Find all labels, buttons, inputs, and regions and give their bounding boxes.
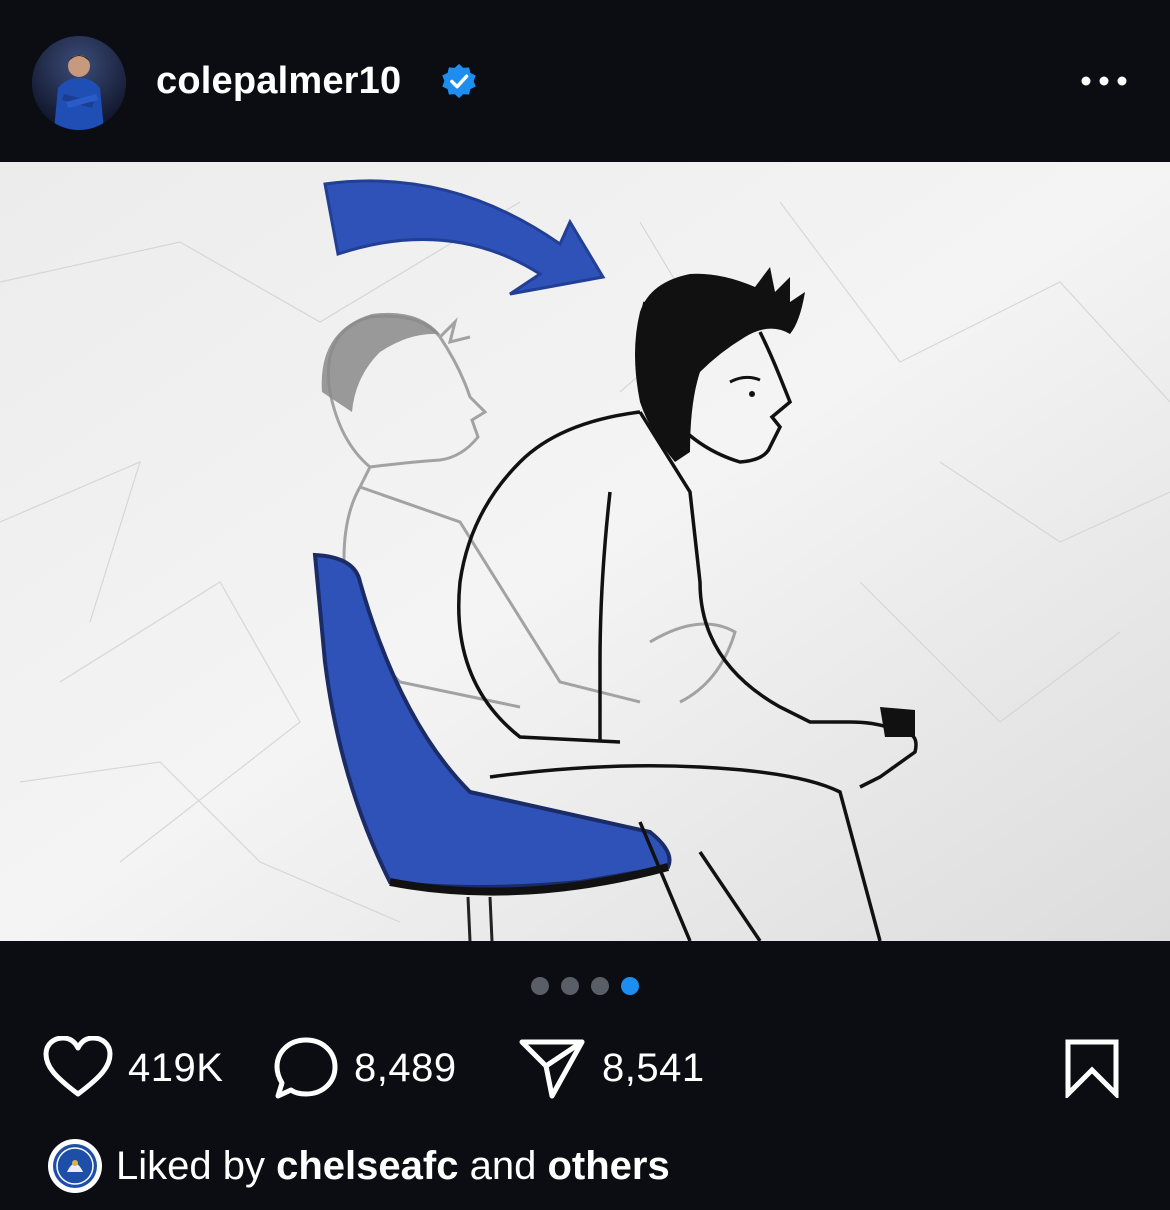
- post-image[interactable]: [0, 162, 1170, 941]
- carousel-dot-active[interactable]: [621, 977, 639, 995]
- liked-by-row[interactable]: Liked by chelseafc and others: [48, 1138, 670, 1194]
- carousel-dot[interactable]: [531, 977, 549, 995]
- post-header: colepalmer10: [0, 0, 1170, 162]
- liked-by-others[interactable]: others: [547, 1144, 669, 1188]
- liked-by-text: Liked by chelseafc and others: [116, 1144, 670, 1189]
- liked-by-and: and: [469, 1143, 537, 1188]
- chelsea-crest-icon: [51, 1142, 99, 1190]
- heart-icon: [43, 1036, 113, 1097]
- carousel-indicator: [0, 977, 1170, 997]
- like-button[interactable]: 419K: [42, 1036, 223, 1100]
- liked-by-prefix: Liked by: [116, 1143, 265, 1188]
- more-icon[interactable]: [1076, 64, 1132, 98]
- share-button[interactable]: 8,541: [518, 1036, 705, 1100]
- liked-by-user[interactable]: chelseafc: [276, 1144, 458, 1188]
- profile-avatar[interactable]: [32, 36, 126, 130]
- chelseafc-avatar[interactable]: [48, 1139, 102, 1193]
- bookmark-icon[interactable]: [1064, 1038, 1120, 1098]
- username[interactable]: colepalmer10: [156, 60, 401, 103]
- share-icon: [519, 1039, 585, 1099]
- comment-icon: [274, 1037, 338, 1099]
- like-count: 419K: [128, 1045, 224, 1090]
- comment-count: 8,489: [354, 1045, 457, 1090]
- verified-badge-icon: [442, 63, 476, 99]
- comment-button[interactable]: 8,489: [272, 1036, 457, 1100]
- sketch-illustration: [0, 162, 1170, 941]
- carousel-dot[interactable]: [561, 977, 579, 995]
- share-count: 8,541: [602, 1045, 705, 1090]
- carousel-dot[interactable]: [591, 977, 609, 995]
